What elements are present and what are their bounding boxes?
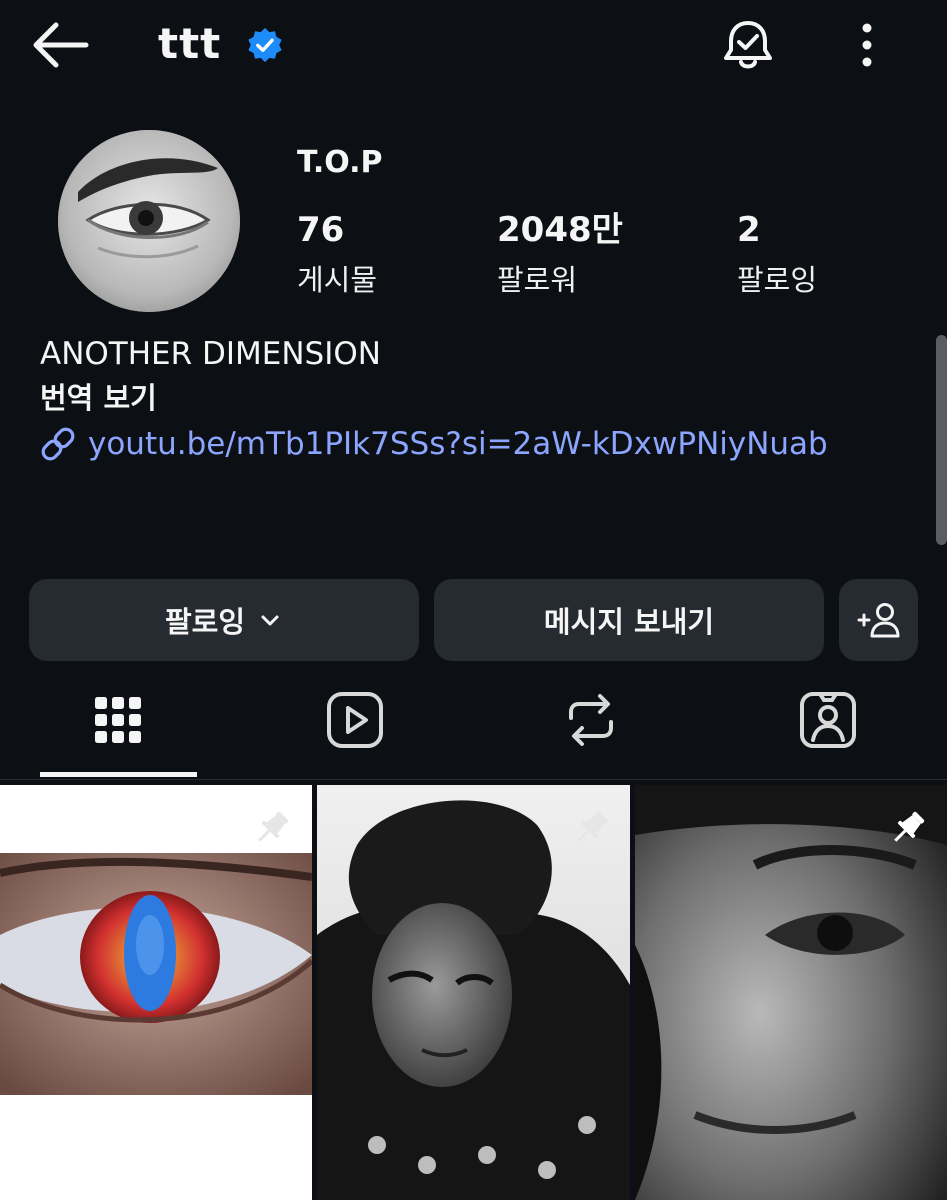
reels-icon <box>327 692 383 748</box>
chevron-down-icon <box>261 615 279 626</box>
link-text: youtu.be/mTb1PIk7SSs?si=2aW-kDxwPNiyNuab <box>88 426 828 462</box>
back-button[interactable] <box>28 20 92 70</box>
following-count-value: 2 <box>737 210 761 250</box>
post-thumbnail[interactable] <box>0 785 312 1200</box>
add-user-button[interactable] <box>839 579 918 661</box>
message-button-label: 메시지 보내기 <box>543 605 715 639</box>
tab-tagged[interactable] <box>796 688 860 752</box>
pin-icon <box>894 811 925 842</box>
see-translation-link[interactable]: 번역 보기 <box>40 378 157 418</box>
profile-screen: ttt T.O.P 76 게시물 2048만 팔로워 2 팔로잉 ANOTHER… <box>0 0 947 1200</box>
more-options-button[interactable] <box>848 20 886 70</box>
profile-link[interactable]: youtu.be/mTb1PIk7SSs?si=2aW-kDxwPNiyNuab <box>38 422 828 466</box>
display-name: T.O.P <box>297 145 383 180</box>
message-button[interactable]: 메시지 보내기 <box>434 579 824 661</box>
arrow-left-icon <box>33 22 89 68</box>
posts-count-value: 76 <box>297 210 345 250</box>
tab-reposts[interactable] <box>559 688 623 752</box>
avatar-photo <box>58 130 240 312</box>
following-button-label: 팔로잉 <box>164 605 246 639</box>
notifications-button[interactable] <box>718 16 778 76</box>
more-vertical-icon <box>862 23 872 67</box>
grid-icon <box>95 697 141 743</box>
followers-count-value: 2048만 <box>497 210 623 250</box>
username: ttt <box>158 19 222 68</box>
post-thumbnail[interactable] <box>635 785 947 1200</box>
pin-icon <box>258 811 289 842</box>
scrollbar[interactable] <box>936 335 947 545</box>
post-thumbnail[interactable] <box>317 785 630 1200</box>
verified-badge-icon <box>248 27 282 63</box>
followers-count[interactable]: 2048만 팔로워 <box>497 208 623 300</box>
pin-icon <box>577 811 608 842</box>
following-count-label: 팔로잉 <box>737 263 818 297</box>
tab-posts[interactable] <box>86 688 150 752</box>
posts-count-label: 게시물 <box>297 263 378 297</box>
avatar[interactable] <box>58 130 240 312</box>
bell-check-icon <box>724 21 772 69</box>
following-button[interactable]: 팔로잉 <box>29 579 419 661</box>
tab-divider <box>0 779 947 780</box>
link-icon <box>41 427 75 461</box>
add-user-icon <box>857 603 899 638</box>
active-tab-indicator <box>40 772 197 777</box>
tagged-person-icon <box>800 692 856 748</box>
following-count[interactable]: 2 팔로잉 <box>737 208 817 300</box>
bio-text: ANOTHER DIMENSION <box>40 336 381 372</box>
followers-count-label: 팔로워 <box>497 263 578 297</box>
tab-reels[interactable] <box>323 688 387 752</box>
repost-icon <box>569 694 613 746</box>
posts-count[interactable]: 76 게시물 <box>297 208 377 300</box>
top-bar: ttt <box>0 0 947 90</box>
